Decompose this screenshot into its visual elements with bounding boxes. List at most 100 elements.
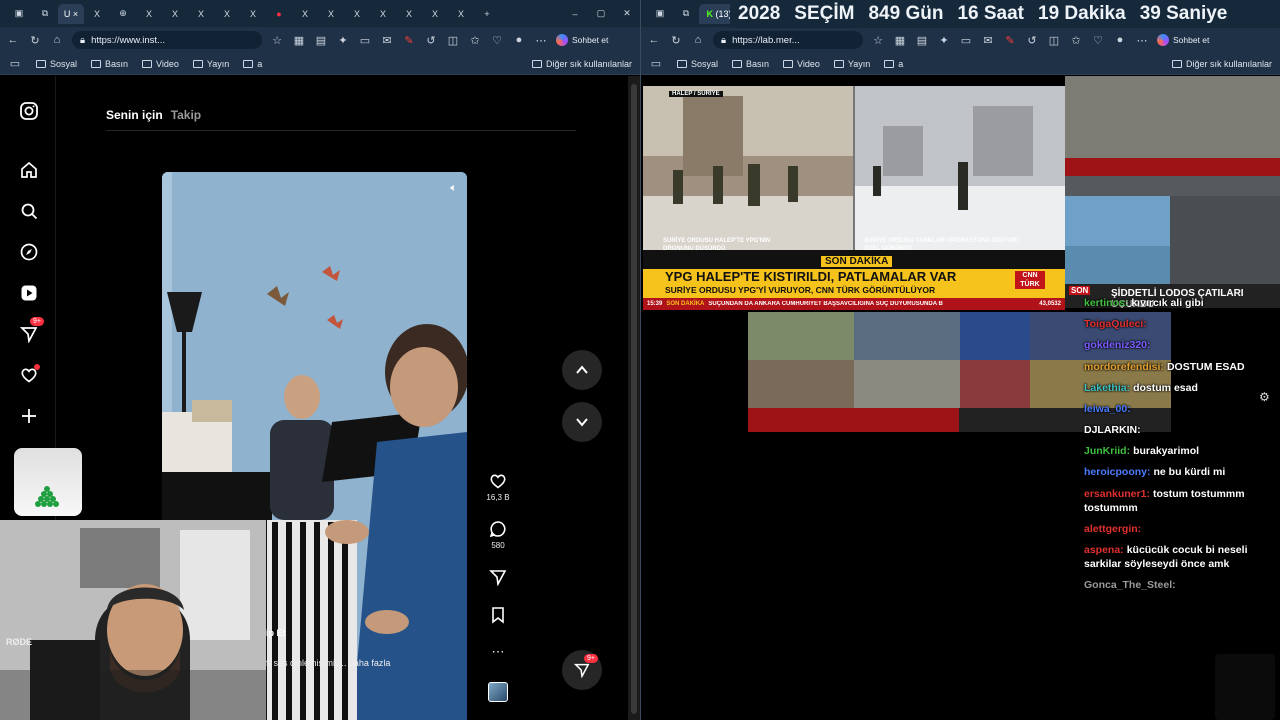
chat-username[interactable]: aspena:	[1084, 544, 1124, 556]
share-button[interactable]	[484, 568, 512, 586]
home-icon[interactable]	[18, 159, 40, 181]
chat-username[interactable]: JunKriid:	[1084, 445, 1130, 457]
tab-x-2[interactable]: X	[136, 4, 162, 24]
tab-for-you[interactable]: Senin için	[106, 108, 163, 122]
bookmark-other-favorites[interactable]: Diğer sık kullanılanlar	[531, 59, 632, 69]
tab-x-8[interactable]: X	[318, 4, 344, 24]
bookmark-folder-sosyal[interactable]: Sosyal	[36, 59, 77, 69]
favorites-icon[interactable]: ✩	[1069, 33, 1083, 47]
create-plus-icon[interactable]	[18, 405, 40, 427]
news-video-main[interactable]: HALEP / SURİYE SURİYE ORDUSU HALEP'TE YP…	[643, 86, 1065, 310]
extension-icon-3[interactable]: ✦	[336, 33, 350, 47]
refresh-icon[interactable]: ↻	[28, 33, 42, 47]
browser-workspace-icon[interactable]: ▣	[6, 4, 32, 24]
next-reel-button[interactable]	[562, 402, 602, 442]
bookmark-folder-basin[interactable]: Basın	[732, 59, 769, 69]
side-news-feed[interactable]: ŞİDDETLİ LODOS ÇATILARI UÇURDU SON	[1065, 76, 1280, 308]
bookmark-folder-basin[interactable]: Basın	[91, 59, 128, 69]
chat-username[interactable]: kertinos:	[1084, 297, 1128, 309]
chat-username[interactable]: ersankuner1:	[1084, 488, 1150, 500]
chat-username[interactable]: gokdeniz320:	[1084, 339, 1151, 351]
extension-icon-4[interactable]: ▭	[358, 33, 372, 47]
chat-username[interactable]: Gonca_The_Steel:	[1084, 579, 1176, 591]
tab-x-1[interactable]: X	[84, 4, 110, 24]
extension-icon-5[interactable]: ✉	[380, 33, 394, 47]
scrollbar-thumb[interactable]	[631, 84, 637, 714]
chat-username[interactable]: leiwa_00:	[1084, 403, 1131, 415]
back-icon[interactable]: ←	[647, 33, 661, 47]
chat-scroll-handle[interactable]	[1215, 654, 1275, 720]
tab-x-13[interactable]: X	[448, 4, 474, 24]
bookmark-folder-yayin[interactable]: Yayın	[192, 59, 229, 69]
save-button[interactable]	[484, 606, 512, 624]
chat-username[interactable]: alettgergin:	[1084, 523, 1141, 535]
browser-workspace-icon[interactable]: ▣	[647, 4, 673, 24]
tab-x-9[interactable]: X	[344, 4, 370, 24]
chat-username[interactable]: Lakethia:	[1084, 382, 1130, 394]
bookmark-folder-video[interactable]: Video	[783, 59, 820, 69]
profile-avatar[interactable]: ●	[512, 33, 526, 47]
mute-icon[interactable]: 🔈︎	[450, 182, 457, 195]
extension-icon-2[interactable]: ▤	[915, 33, 929, 47]
tab-globe[interactable]: ⊕	[110, 4, 136, 24]
bookmark-other-favorites[interactable]: Diğer sık kullanılanlar	[1171, 59, 1272, 69]
copilot-button[interactable]: Sohbet et	[1157, 34, 1209, 46]
comment-button[interactable]: 580	[484, 520, 512, 550]
more-menu-icon[interactable]: ⋯	[534, 33, 548, 47]
new-tab-button[interactable]: +	[474, 4, 500, 24]
tab-youtube[interactable]: ●	[266, 4, 292, 24]
tab-actions-icon[interactable]: ⧉	[32, 4, 58, 24]
minimize-icon[interactable]: –	[562, 4, 588, 24]
bookmark-folder-yayin[interactable]: Yayın	[833, 59, 870, 69]
more-menu-icon[interactable]: ⋯	[1135, 33, 1149, 47]
maximize-icon[interactable]: ▢	[588, 4, 614, 24]
reels-icon[interactable]	[18, 282, 40, 304]
sidebar-toggle-icon[interactable]: ▭	[8, 57, 22, 71]
messages-fab[interactable]: 9+	[562, 650, 602, 690]
chat-username[interactable]: ToigaQuleci:	[1084, 318, 1147, 330]
address-bar[interactable]: 🔒︎ https://lab.mer...	[713, 31, 863, 49]
close-window-icon[interactable]: ✕	[614, 4, 640, 24]
page-scrollbar[interactable]	[628, 76, 640, 720]
collections-icon[interactable]: ♡	[1091, 33, 1105, 47]
tab-x-3[interactable]: X	[162, 4, 188, 24]
star-icon[interactable]: ☆	[871, 33, 885, 47]
address-bar[interactable]: 🔒︎ https://www.inst...	[72, 31, 262, 49]
chat-username[interactable]: DJLARKIN:	[1084, 424, 1141, 436]
tab-x-10[interactable]: X	[370, 4, 396, 24]
extension-icon-5[interactable]: ✉	[981, 33, 995, 47]
tab-x-6[interactable]: X	[240, 4, 266, 24]
collections-icon[interactable]: ♡	[490, 33, 504, 47]
audio-thumbnail[interactable]	[484, 682, 512, 702]
copilot-button[interactable]: Sohbet et	[556, 34, 608, 46]
favorites-icon[interactable]: ✩	[468, 33, 482, 47]
like-button[interactable]: 16,3 B	[484, 472, 512, 502]
back-icon[interactable]: ←	[6, 33, 20, 47]
split-screen-icon[interactable]: ◫	[1047, 33, 1061, 47]
tab-x-12[interactable]: X	[422, 4, 448, 24]
notifications-heart-icon[interactable]	[18, 364, 40, 386]
tab-x-11[interactable]: X	[396, 4, 422, 24]
caption-text[interactable]: ft ses dinlemiş miy... daha fazla	[266, 658, 390, 668]
chat-username[interactable]: mordorefendisi:	[1084, 361, 1164, 373]
home-icon[interactable]: ⌂	[50, 33, 64, 47]
tab-x-5[interactable]: X	[214, 4, 240, 24]
refresh-icon[interactable]: ↻	[669, 33, 683, 47]
extension-icon-1[interactable]: ▦	[292, 33, 306, 47]
chat-settings-icon[interactable]: ⚙	[1259, 390, 1270, 404]
bookmark-folder-sosyal[interactable]: Sosyal	[677, 59, 718, 69]
star-icon[interactable]: ☆	[270, 33, 284, 47]
home-icon[interactable]: ⌂	[691, 33, 705, 47]
tab-instagram[interactable]: U ×	[58, 3, 84, 24]
extension-icon-2[interactable]: ▤	[314, 33, 328, 47]
extension-icon-6[interactable]: ✎	[1003, 33, 1017, 47]
search-icon[interactable]	[18, 200, 40, 222]
profile-avatar[interactable]: ●	[1113, 33, 1127, 47]
extension-icon-7[interactable]: ↺	[424, 33, 438, 47]
bookmark-folder-a[interactable]: a	[884, 59, 903, 69]
extension-icon-1[interactable]: ▦	[893, 33, 907, 47]
caption-follow[interactable]: ip Et	[266, 628, 286, 638]
extension-icon-7[interactable]: ↺	[1025, 33, 1039, 47]
previous-reel-button[interactable]	[562, 350, 602, 390]
tab-following[interactable]: Takip	[171, 108, 201, 122]
